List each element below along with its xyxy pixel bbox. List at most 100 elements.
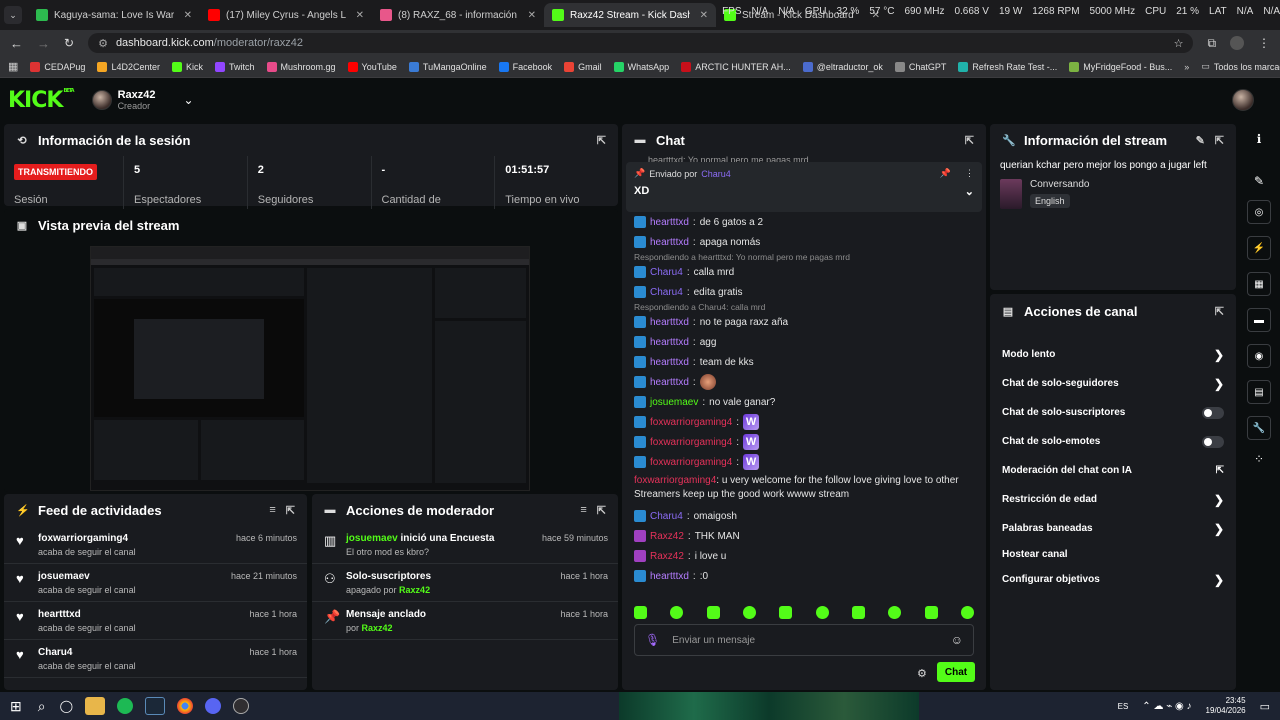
channel-action-item[interactable]: Restricción de edad ❯: [990, 485, 1236, 514]
target-icon[interactable]: ◎: [1247, 200, 1271, 224]
emote-picker-icon[interactable]: [924, 606, 938, 619]
chevron-down-icon[interactable]: ⌄: [183, 93, 193, 107]
chrome-icon[interactable]: [177, 698, 194, 714]
notifications-icon[interactable]: ▭: [1260, 700, 1270, 713]
task-view-icon[interactable]: ◯: [60, 699, 73, 713]
popout-icon[interactable]: ⇱: [965, 134, 974, 147]
more-bookmarks-icon[interactable]: »: [1184, 62, 1189, 72]
chat-icon[interactable]: ▬: [1247, 308, 1271, 332]
bookmark-item[interactable]: WhatsApp: [613, 61, 669, 72]
steam-icon[interactable]: [145, 697, 166, 715]
channel-switcher[interactable]: Raxz42 Creador ⌄: [91, 89, 194, 111]
chat-input[interactable]: 🎙 Enviar un mensaje ☺: [634, 624, 974, 656]
back-icon[interactable]: ←: [10, 36, 23, 51]
bookmark-item[interactable]: YouTube: [347, 61, 397, 72]
menu-icon[interactable]: ⋮: [1258, 36, 1270, 50]
chat-username[interactable]: heartttxd: [650, 377, 689, 388]
chat-message[interactable]: foxwarriorgaming4: W: [634, 452, 974, 472]
tray-icons[interactable]: ⌃ ☁ ⌁ ◉ ♪: [1142, 701, 1191, 712]
edit-icon[interactable]: ✎: [1254, 174, 1264, 188]
bookmark-item[interactable]: Refresh Rate Test -...: [958, 61, 1057, 72]
broadcast-icon[interactable]: ◉: [1247, 344, 1271, 368]
bookmark-item[interactable]: Facebook: [498, 61, 552, 72]
chevron-right-icon[interactable]: ❯: [1214, 377, 1224, 391]
bookmark-item[interactable]: CEDAPug: [30, 61, 85, 72]
emote-picker-icon[interactable]: [634, 606, 647, 619]
info-icon[interactable]: ℹ: [1257, 132, 1262, 146]
bookmark-item[interactable]: MyFridgeFood - Bus...: [1069, 61, 1172, 72]
chat-message[interactable]: foxwarriorgaming4: u very welcome for th…: [634, 474, 974, 502]
chat-message[interactable]: heartttxd: de 6 gatos a 2: [634, 212, 974, 232]
bookmark-item[interactable]: TuMangaOnline: [408, 61, 487, 72]
bookmark-item[interactable]: Gmail: [564, 61, 602, 72]
kick-logo[interactable]: KICKBETA: [8, 88, 75, 113]
tab-close-icon[interactable]: ✕: [184, 10, 192, 21]
chat-message[interactable]: foxwarriorgaming4: W: [634, 412, 974, 432]
tab-search-button[interactable]: ⌄: [4, 6, 22, 24]
chat-message[interactable]: heartttxd: team de kks: [634, 352, 974, 372]
user-avatar[interactable]: [1232, 89, 1254, 111]
all-bookmarks[interactable]: ▭Todos los marcadores: [1201, 61, 1280, 72]
windows-start-icon[interactable]: ⊞: [10, 698, 22, 715]
chat-username[interactable]: josuemaev: [650, 397, 698, 408]
filter-icon[interactable]: ≡: [580, 504, 586, 516]
extensions-icon[interactable]: ⧉: [1207, 36, 1216, 51]
chevron-down-icon[interactable]: ⌄: [965, 185, 974, 198]
toggle-switch[interactable]: [1202, 406, 1224, 419]
popout-icon[interactable]: ⇱: [597, 504, 606, 517]
channel-action-item[interactable]: Chat de solo-suscriptores: [990, 398, 1236, 427]
channel-action-item[interactable]: Chat de solo-emotes: [990, 427, 1236, 456]
channel-action-item[interactable]: Palabras baneadas ❯: [990, 514, 1236, 543]
bookmark-item[interactable]: Mushroom.gg: [266, 61, 336, 72]
chat-username[interactable]: foxwarriorgaming4: [650, 457, 732, 468]
chat-username[interactable]: Charu4: [650, 267, 683, 278]
tab-close-icon[interactable]: ✕: [528, 10, 536, 21]
chat-username[interactable]: heartttxd: [650, 237, 689, 248]
search-icon[interactable]: ⌕: [38, 698, 46, 715]
popout-icon[interactable]: ⇱: [1215, 305, 1224, 318]
chat-message[interactable]: heartttxd: apaga nomás: [634, 232, 974, 252]
bookmark-item[interactable]: Twitch: [214, 61, 255, 72]
url-input[interactable]: ⚙ dashboard.kick.com/moderator/raxz42 ☆: [88, 33, 1194, 53]
chat-username[interactable]: foxwarriorgaming4: [650, 437, 732, 448]
emote-picker-icon[interactable]: [851, 606, 865, 619]
channel-action-item[interactable]: Moderación del chat con IA ⇱: [990, 456, 1236, 485]
mod-action-user[interactable]: josuemaev: [346, 533, 398, 544]
chat-message[interactable]: Charu4: omaigosh: [634, 506, 974, 526]
channel-action-item[interactable]: Modo lento ❯: [990, 340, 1236, 369]
chat-username[interactable]: heartttxd: [650, 357, 689, 368]
bookmark-item[interactable]: ARCTIC HUNTER AH...: [681, 61, 791, 72]
channel-action-item[interactable]: Chat de solo-seguidores ❯: [990, 369, 1236, 398]
chat-message[interactable]: Raxz42: THK MAN: [634, 526, 974, 546]
unpin-icon[interactable]: 📌: [940, 168, 951, 179]
emote-picker-icon[interactable]: [670, 606, 684, 619]
chat-message[interactable]: foxwarriorgaming4: W: [634, 432, 974, 452]
server-icon[interactable]: ▤: [1247, 380, 1271, 404]
edit-icon[interactable]: ✎: [1196, 134, 1205, 147]
emote-picker-icon[interactable]: [706, 606, 720, 619]
chat-message[interactable]: Raxz42: i love u: [634, 546, 974, 566]
feed-username[interactable]: Charu4: [38, 647, 136, 658]
chat-username[interactable]: heartttxd: [650, 571, 689, 582]
apps-icon[interactable]: ▦: [8, 60, 18, 73]
forward-icon[interactable]: →: [37, 36, 50, 51]
chevron-right-icon[interactable]: ❯: [1214, 493, 1224, 507]
chat-username[interactable]: foxwarriorgaming4: [634, 475, 716, 486]
language-indicator[interactable]: ES: [1118, 702, 1129, 711]
toggle-switch[interactable]: [1202, 435, 1224, 448]
stream-preview-video[interactable]: [90, 246, 530, 491]
popout-icon[interactable]: ⇱: [1215, 134, 1224, 147]
send-chat-button[interactable]: Chat: [937, 662, 975, 682]
site-info-icon[interactable]: ⚙: [98, 37, 108, 50]
chat-username[interactable]: foxwarriorgaming4: [650, 417, 732, 428]
mod-action-sub-user[interactable]: Raxz42: [399, 585, 430, 595]
emote-picker-icon[interactable]: [888, 606, 902, 619]
bookmark-star-icon[interactable]: ☆: [1174, 37, 1184, 50]
filter-icon[interactable]: ≡: [269, 504, 275, 516]
popout-icon[interactable]: ⇱: [286, 504, 295, 517]
browser-tab[interactable]: (17) Miley Cyrus - Angels Like Y ✕: [200, 3, 372, 27]
chevron-right-icon[interactable]: ❯: [1214, 348, 1224, 362]
chat-message[interactable]: Charu4: calla mrd: [634, 262, 974, 282]
feed-username[interactable]: heartttxd: [38, 609, 136, 620]
clipboard-icon[interactable]: ▦: [1247, 272, 1271, 296]
